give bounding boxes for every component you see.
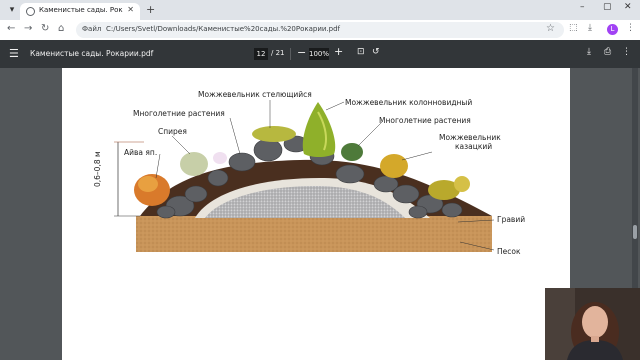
- label-columnar-juniper: Можжевельник колонновидный: [345, 98, 473, 107]
- fit-page-icon[interactable]: ⊡: [357, 47, 365, 57]
- divider: [290, 48, 291, 60]
- browser-toolbar: ← → ↻ ⌂ Файл C:/Users/Svetl/Downloads/Ка…: [0, 20, 640, 40]
- download-icon[interactable]: ⤓: [588, 23, 592, 33]
- page-number-input[interactable]: 12: [254, 48, 268, 60]
- tab-active[interactable]: Каменистые сады. Рокарии.pdf ✕: [20, 3, 140, 20]
- document-title: Каменистые сады. Рокарии.pdf: [30, 49, 154, 58]
- webcam-overlay: [545, 288, 640, 360]
- scrollbar-thumb[interactable]: [633, 225, 637, 239]
- bookmark-star-icon[interactable]: ☆: [546, 23, 555, 34]
- address-bar[interactable]: Файл C:/Users/Svetl/Downloads/Каменистые…: [76, 22, 564, 38]
- tab-search-icon[interactable]: ▾: [6, 4, 18, 16]
- avatar[interactable]: L: [607, 24, 618, 35]
- zoom-in-button[interactable]: +: [334, 45, 343, 58]
- presenter-video: [545, 288, 640, 360]
- hamburger-menu-icon[interactable]: ☰: [9, 47, 19, 60]
- url-text[interactable]: C:/Users/Svetl/Downloads/Каменистые%20са…: [106, 25, 340, 33]
- spiraea-shrub: [180, 152, 208, 176]
- back-icon[interactable]: ←: [7, 23, 15, 34]
- label-cossack-juniper-line1: Можжевельник: [439, 133, 501, 142]
- label-quince: Айва яп.: [124, 148, 158, 157]
- download-icon[interactable]: ⤓: [587, 47, 591, 57]
- perennial-plant-right: [380, 154, 408, 178]
- zoom-out-button[interactable]: −: [297, 46, 306, 59]
- forward-icon[interactable]: →: [24, 23, 32, 34]
- globe-icon: [26, 7, 35, 16]
- perennial-plant: [341, 143, 363, 161]
- label-spiraea: Спирея: [158, 127, 187, 136]
- label-cossack-juniper-line2: казацкий: [455, 142, 493, 151]
- file-chip[interactable]: Файл: [82, 25, 101, 33]
- columnar-juniper: [302, 102, 336, 157]
- label-sand: Песок: [497, 247, 521, 256]
- maximize-icon[interactable]: ▢: [603, 2, 612, 12]
- tab-strip: ▾ Каменистые сады. Рокарии.pdf ✕ + – ▢ ✕: [0, 0, 640, 20]
- more-options-icon[interactable]: ⋮: [622, 47, 631, 57]
- page-total: / 21: [271, 49, 285, 57]
- menu-kebab-icon[interactable]: ⋮: [626, 23, 635, 33]
- pdf-toolbar: ☰ Каменистые сады. Рокарии.pdf 12 / 21 −…: [0, 40, 640, 68]
- extensions-icon[interactable]: ⬚: [569, 23, 578, 33]
- minimize-icon[interactable]: –: [580, 2, 585, 12]
- window-close-icon[interactable]: ✕: [624, 2, 632, 12]
- label-perennials-right: Многолетние растения: [379, 116, 471, 125]
- creeping-juniper: [252, 126, 296, 142]
- label-creeping-juniper: Можжевельник стелющийся: [198, 90, 312, 99]
- label-height: 0,6–0,8 м: [93, 151, 102, 187]
- tab-title: Каменистые сады. Рокарии.pdf: [39, 6, 123, 14]
- reload-icon[interactable]: ↻: [41, 23, 49, 34]
- close-icon[interactable]: ✕: [127, 5, 134, 14]
- rotate-icon[interactable]: ↺: [372, 47, 380, 57]
- label-gravel: Гравий: [497, 215, 526, 224]
- zoom-input[interactable]: 100%: [309, 48, 329, 60]
- home-icon[interactable]: ⌂: [58, 23, 64, 34]
- print-icon[interactable]: ⎙: [604, 47, 611, 57]
- label-perennials-left: Многолетние растения: [133, 109, 225, 118]
- new-tab-button[interactable]: +: [146, 3, 155, 16]
